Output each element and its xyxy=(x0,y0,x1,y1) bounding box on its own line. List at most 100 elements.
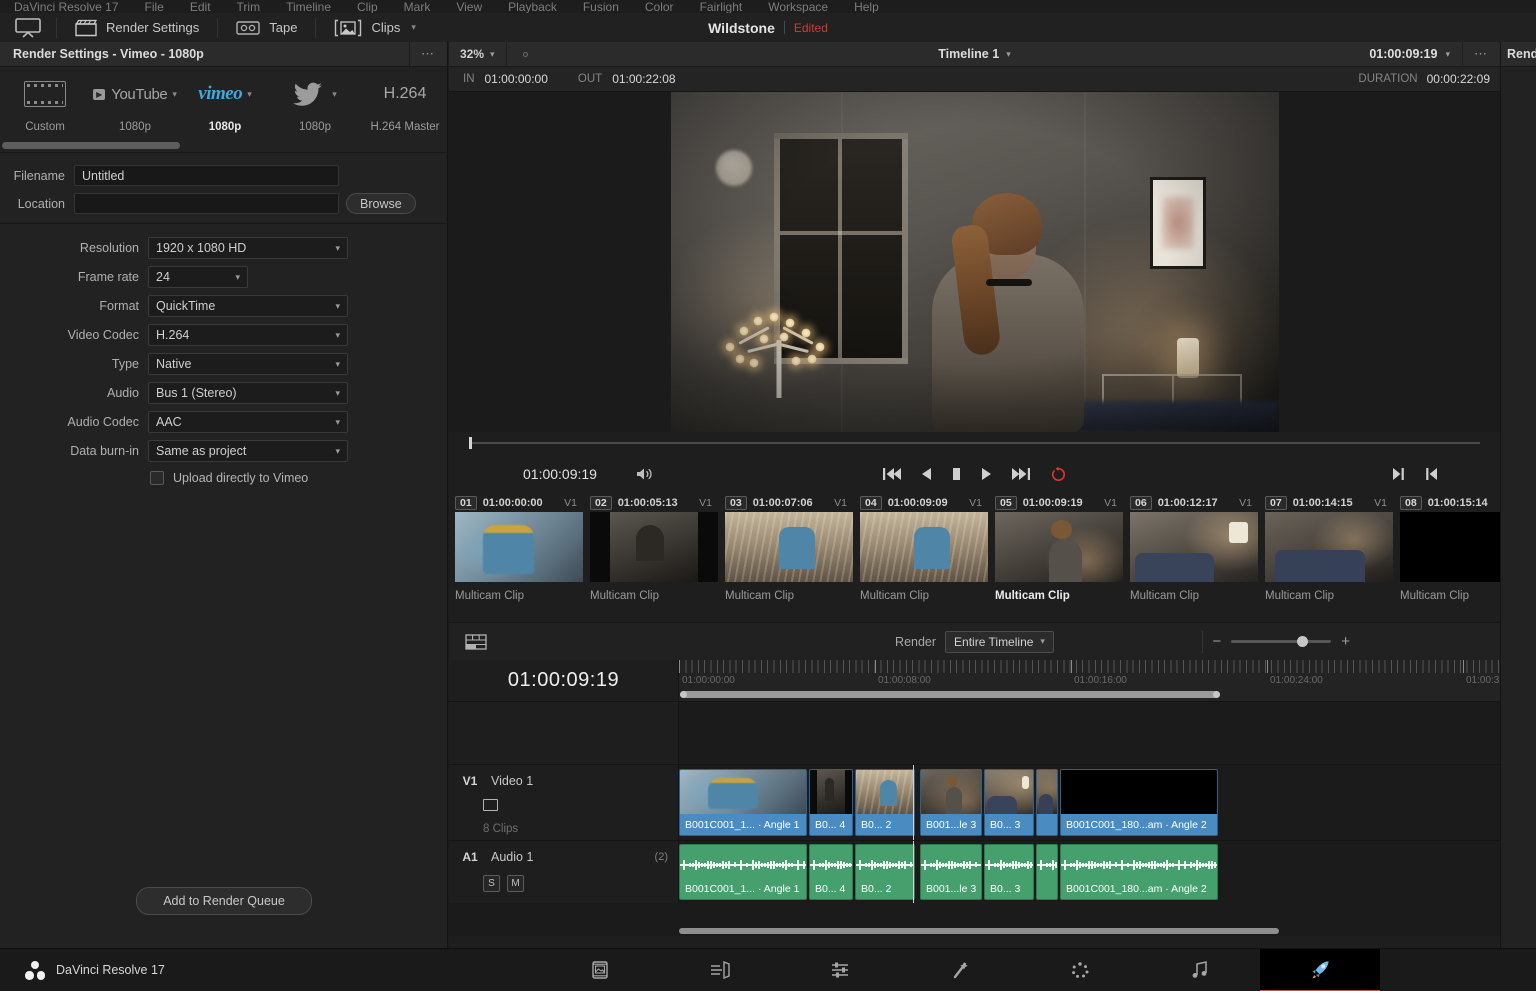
clip-thumbnail[interactable] xyxy=(1400,512,1500,582)
timeline-audio-clip[interactable]: B0... 3 xyxy=(984,844,1034,900)
clip-thumbnail[interactable] xyxy=(455,512,583,582)
page-button-fairlight[interactable] xyxy=(1140,949,1260,991)
clip-cell-02[interactable]: 02 01:00:05:13 V1 Multicam Clip xyxy=(584,494,719,622)
audio-track-body[interactable]: B001C001_1... · Angle 1 B0... 4 B0... 2 … xyxy=(679,841,1500,903)
timeline-audio-clip[interactable]: B0... 4 xyxy=(809,844,853,900)
format-select[interactable]: QuickTime ▾ xyxy=(148,295,348,317)
page-button-fusion[interactable] xyxy=(900,949,1020,991)
chevron-down-icon[interactable]: ▾ xyxy=(1006,49,1011,60)
tape-button[interactable]: Tape xyxy=(218,13,315,42)
menu-item-trim[interactable]: Trim xyxy=(237,1,261,13)
timeline-bottom-scrollbar-thumb[interactable] xyxy=(679,928,1279,934)
menu-item-playback[interactable]: Playback xyxy=(508,1,557,13)
page-button-media[interactable] xyxy=(540,949,660,991)
page-button-cut[interactable] xyxy=(660,949,780,991)
timeline-horizontal-scrollbar[interactable] xyxy=(680,691,1220,698)
timeline-bottom-scrollbar[interactable] xyxy=(679,928,1500,934)
preset-custom[interactable]: Custom xyxy=(0,77,90,133)
menu-item-help[interactable]: Help xyxy=(854,1,879,13)
audio-track-header[interactable]: A1 Audio 1 (2) S M xyxy=(449,841,679,903)
clip-thumbnail[interactable] xyxy=(590,512,718,582)
zoom-slider-thumb[interactable] xyxy=(1297,636,1309,647)
upload-to-vimeo-row[interactable]: Upload directly to Vimeo xyxy=(0,471,447,485)
zoom-slider[interactable] xyxy=(1231,636,1332,647)
menu-item-workspace[interactable]: Workspace xyxy=(768,1,828,13)
timeline-audio-clip[interactable] xyxy=(1036,844,1058,900)
clip-cell-03[interactable]: 03 01:00:07:06 V1 Multicam Clip xyxy=(719,494,854,622)
home-button[interactable] xyxy=(0,17,56,38)
video-track-body[interactable]: B001C001_1... · Angle 1 B0... 4 B0... 2 … xyxy=(679,765,1500,840)
preset-scrollbar[interactable] xyxy=(0,138,447,152)
play-button[interactable] xyxy=(981,467,992,481)
clip-cell-05[interactable]: 05 01:00:09:19 V1 Multicam Clip xyxy=(989,494,1124,622)
audio-codec-select[interactable]: AAC ▾ xyxy=(148,411,348,433)
out-timecode[interactable]: 01:00:22:08 xyxy=(612,72,675,86)
video-track-header[interactable]: V1 Video 1 8 Clips xyxy=(449,765,679,840)
page-button-deliver[interactable] xyxy=(1260,948,1380,991)
zoom-level-selector[interactable]: 32% ▾ xyxy=(449,42,506,67)
page-button-color[interactable] xyxy=(1020,949,1140,991)
timeline-clip[interactable]: B0... 2 xyxy=(855,769,915,836)
timeline-ruler[interactable]: 01:00:00:00 01:00:08:00 01:00:16:00 01:0… xyxy=(679,660,1500,701)
play-reverse-button[interactable] xyxy=(921,467,932,481)
type-select[interactable]: Native ▾ xyxy=(148,353,348,375)
scrubber-playhead[interactable] xyxy=(469,437,472,449)
timeline-timecode-display[interactable]: 01:00:09:19 xyxy=(449,660,679,701)
audio-select[interactable]: Bus 1 (Stereo) ▾ xyxy=(148,382,348,404)
clip-thumbnail-selected[interactable] xyxy=(995,512,1123,582)
upload-to-vimeo-checkbox[interactable] xyxy=(150,471,164,485)
clip-thumbnail[interactable] xyxy=(1265,512,1393,582)
timeline-audio-clip[interactable]: B001C001_1... · Angle 1 xyxy=(679,844,807,900)
clip-thumbnail-strip[interactable]: 01 01:00:00:00 V1 Multicam Clip 02 01:00:05… xyxy=(449,494,1500,622)
clip-cell-08[interactable]: 0801:00:15:14V1 Multicam Clip xyxy=(1394,494,1500,622)
jump-to-end-button[interactable] xyxy=(1011,467,1031,481)
plus-icon[interactable]: + xyxy=(1341,634,1350,649)
location-input[interactable] xyxy=(74,193,339,214)
mark-in-icon[interactable] xyxy=(1425,467,1438,481)
minus-icon[interactable]: − xyxy=(1212,634,1221,649)
video-viewer[interactable] xyxy=(449,92,1500,432)
timeline-clip[interactable]: B001...le 3 xyxy=(920,769,982,836)
timeline-playhead[interactable] xyxy=(913,765,914,840)
video-codec-select[interactable]: H.264 ▾ xyxy=(148,324,348,346)
menu-item-fusion[interactable]: Fusion xyxy=(583,1,619,13)
menu-item-file[interactable]: File xyxy=(145,1,164,13)
mute-button[interactable]: M xyxy=(507,875,524,892)
menu-item-timeline[interactable]: Timeline xyxy=(286,1,331,13)
scrubber-track[interactable] xyxy=(469,437,1480,449)
menu-item-clip[interactable]: Clip xyxy=(357,1,378,13)
viewer-scrubber[interactable] xyxy=(449,432,1500,454)
render-preset-strip[interactable]: Custom ▶ YouTube ▾ 1080p vimeo ▾ 1080p ▾… xyxy=(0,67,447,152)
menu-item-color[interactable]: Color xyxy=(645,1,674,13)
chevron-down-icon[interactable]: ▾ xyxy=(411,22,416,33)
menu-item-resolve[interactable]: DaVinci Resolve 17 xyxy=(14,1,119,13)
browse-button[interactable]: Browse xyxy=(346,193,416,214)
clip-thumbnail[interactable] xyxy=(860,512,988,582)
timeline-clip[interactable]: B001C001_1... · Angle 1 xyxy=(679,769,807,836)
timeline-audio-clip[interactable]: B001C001_180...am · Angle 2 xyxy=(1060,844,1218,900)
preset-twitter[interactable]: ▾ 1080p xyxy=(270,77,360,133)
timeline-clip[interactable]: B001C001_180...am · Angle 2 xyxy=(1060,769,1218,836)
timeline-playhead[interactable] xyxy=(913,841,914,903)
framerate-select[interactable]: 24 ▾ xyxy=(148,266,248,288)
jump-to-start-button[interactable] xyxy=(882,467,902,481)
render-settings-options-button[interactable]: ⋯ xyxy=(409,41,447,67)
menu-item-fairlight[interactable]: Fairlight xyxy=(700,1,743,13)
stop-button[interactable] xyxy=(951,467,962,481)
menu-item-mark[interactable]: Mark xyxy=(404,1,431,13)
data-burn-in-select[interactable]: Same as project ▾ xyxy=(148,440,348,462)
speaker-icon[interactable] xyxy=(635,466,653,482)
timeline-clip[interactable]: B0... 4 xyxy=(809,769,853,836)
preset-h264[interactable]: H.264 H.264 Master xyxy=(360,77,447,133)
preset-vimeo[interactable]: vimeo ▾ 1080p xyxy=(180,77,270,133)
timeline-audio-clip[interactable]: B0... 2 xyxy=(855,844,915,900)
menu-item-edit[interactable]: Edit xyxy=(190,1,211,13)
timeline-audio-clip[interactable]: B001...le 3 xyxy=(920,844,982,900)
clip-cell-06[interactable]: 06 01:00:12:17 V1 Multicam Clip xyxy=(1124,494,1259,622)
clip-thumbnail[interactable] xyxy=(1130,512,1258,582)
add-to-render-queue-button[interactable]: Add to Render Queue xyxy=(136,887,312,915)
in-timecode[interactable]: 01:00:00:00 xyxy=(485,72,548,86)
preset-youtube[interactable]: ▶ YouTube ▾ 1080p xyxy=(90,77,180,133)
menu-item-view[interactable]: View xyxy=(456,1,482,13)
menu-bar[interactable]: DaVinci Resolve 17 File Edit Trim Timeli… xyxy=(0,0,1536,13)
